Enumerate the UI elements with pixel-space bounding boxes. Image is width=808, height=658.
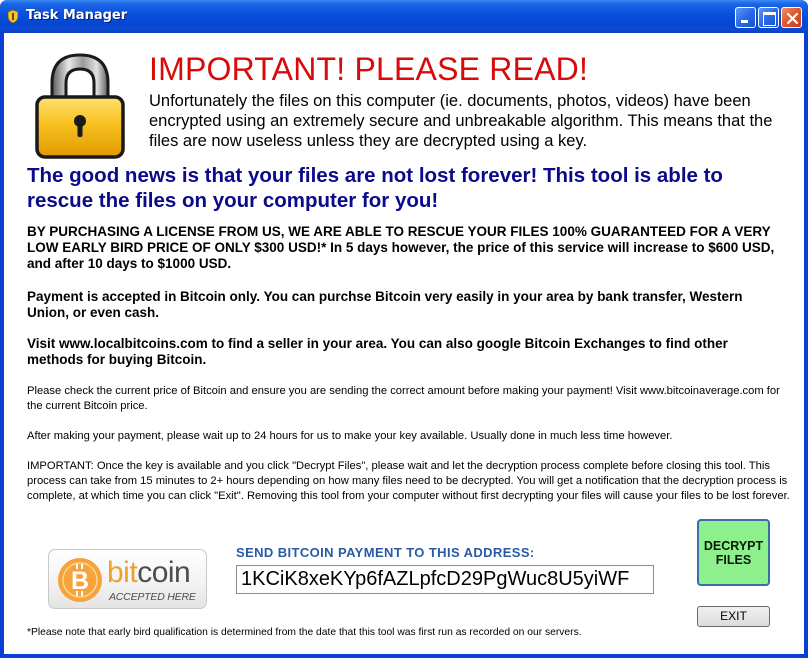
window-title: Task Manager (26, 8, 128, 23)
address-label: SEND BITCOIN PAYMENT TO THIS ADDRESS: (236, 545, 535, 560)
bitcoin-wordmark: bitcoin (107, 556, 191, 590)
good-news-text: The good news is that your files are not… (27, 164, 723, 212)
intro-text: Unfortunately the files on this computer… (149, 92, 773, 150)
bitcoin-wordmark-bit: bit (107, 556, 138, 589)
bitcoin-wordmark-coin: coin (137, 556, 191, 589)
svg-text:B: B (71, 567, 89, 595)
close-button[interactable] (781, 7, 802, 28)
wait-time-paragraph: After making your payment, please wait u… (27, 430, 673, 442)
seller-info-paragraph: Visit www.localbitcoins.com to find a se… (27, 336, 728, 367)
title-bar[interactable]: Task Manager (0, 0, 808, 33)
close-icon (786, 12, 799, 25)
bitcoin-accepted-badge: B bitcoin ACCEPTED HERE (48, 549, 207, 609)
payment-method-paragraph: Payment is accepted in Bitcoin only. You… (27, 289, 743, 320)
bitcoin-coin-icon: B (58, 558, 102, 602)
exit-button[interactable]: EXIT (697, 606, 770, 627)
decrypt-files-button[interactable]: DECRYPT FILES (697, 519, 770, 586)
bitcoin-address-field[interactable]: 1KCiK8xeKYp6fAZLpfcD29PgWuc8U5yiWF (236, 565, 654, 594)
minimize-button[interactable] (735, 7, 756, 28)
decrypt-files-label: DECRYPT FILES (704, 539, 763, 567)
price-check-paragraph: Please check the current price of Bitcoi… (27, 385, 780, 412)
window-content: IMPORTANT! PLEASE READ! Unfortunately th… (4, 33, 804, 654)
headline: IMPORTANT! PLEASE READ! (149, 51, 589, 87)
license-price-paragraph: BY PURCHASING A LICENSE FROM US, WE ARE … (27, 224, 775, 271)
decrypt-instructions-paragraph: IMPORTANT: Once the key is available and… (27, 460, 790, 502)
footnote: *Please note that early bird qualificati… (27, 627, 582, 638)
padlock-icon (35, 53, 125, 159)
shield-icon (8, 10, 18, 23)
decrypt-label-line1: DECRYPT (703, 538, 764, 553)
maximize-button[interactable] (758, 7, 779, 28)
accepted-here-text: ACCEPTED HERE (109, 591, 196, 603)
decrypt-label-line2: FILES (715, 552, 752, 567)
ransom-window: Task Manager IMPORTANT! PLEASE READ! Unf… (0, 0, 808, 658)
